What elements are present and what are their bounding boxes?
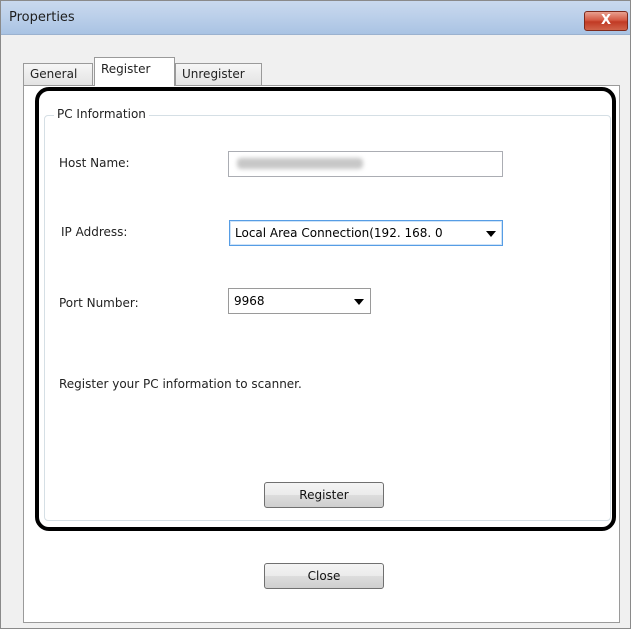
tab-register[interactable]: Register xyxy=(94,57,175,86)
title-bar: Properties X xyxy=(1,1,630,35)
chevron-down-icon xyxy=(354,299,364,305)
ip-address-label: IP Address: xyxy=(61,225,128,239)
close-icon: X xyxy=(600,13,612,28)
ip-address-value: Local Area Connection(192. 168. 0 xyxy=(235,226,443,240)
port-number-dropdown[interactable]: 9968 xyxy=(228,288,371,314)
register-message: Register your PC information to scanner. xyxy=(59,377,302,391)
chevron-down-icon xyxy=(486,231,496,237)
tab-unregister[interactable]: Unregister xyxy=(175,63,262,85)
port-number-label: Port Number: xyxy=(59,296,139,310)
close-button[interactable]: Close xyxy=(264,563,384,589)
register-button[interactable]: Register xyxy=(264,482,384,508)
window-close-button[interactable]: X xyxy=(584,11,628,31)
port-number-value: 9968 xyxy=(234,294,265,308)
redacted-host-name xyxy=(237,158,363,169)
host-name-field[interactable] xyxy=(228,151,503,177)
window-title: Properties xyxy=(9,10,75,25)
host-name-label: Host Name: xyxy=(59,156,130,170)
group-title: PC Information xyxy=(54,107,149,121)
properties-window: Properties X General Register Unregister… xyxy=(0,0,631,629)
ip-address-dropdown[interactable]: Local Area Connection(192. 168. 0 xyxy=(229,220,503,246)
tab-general[interactable]: General xyxy=(23,63,93,85)
